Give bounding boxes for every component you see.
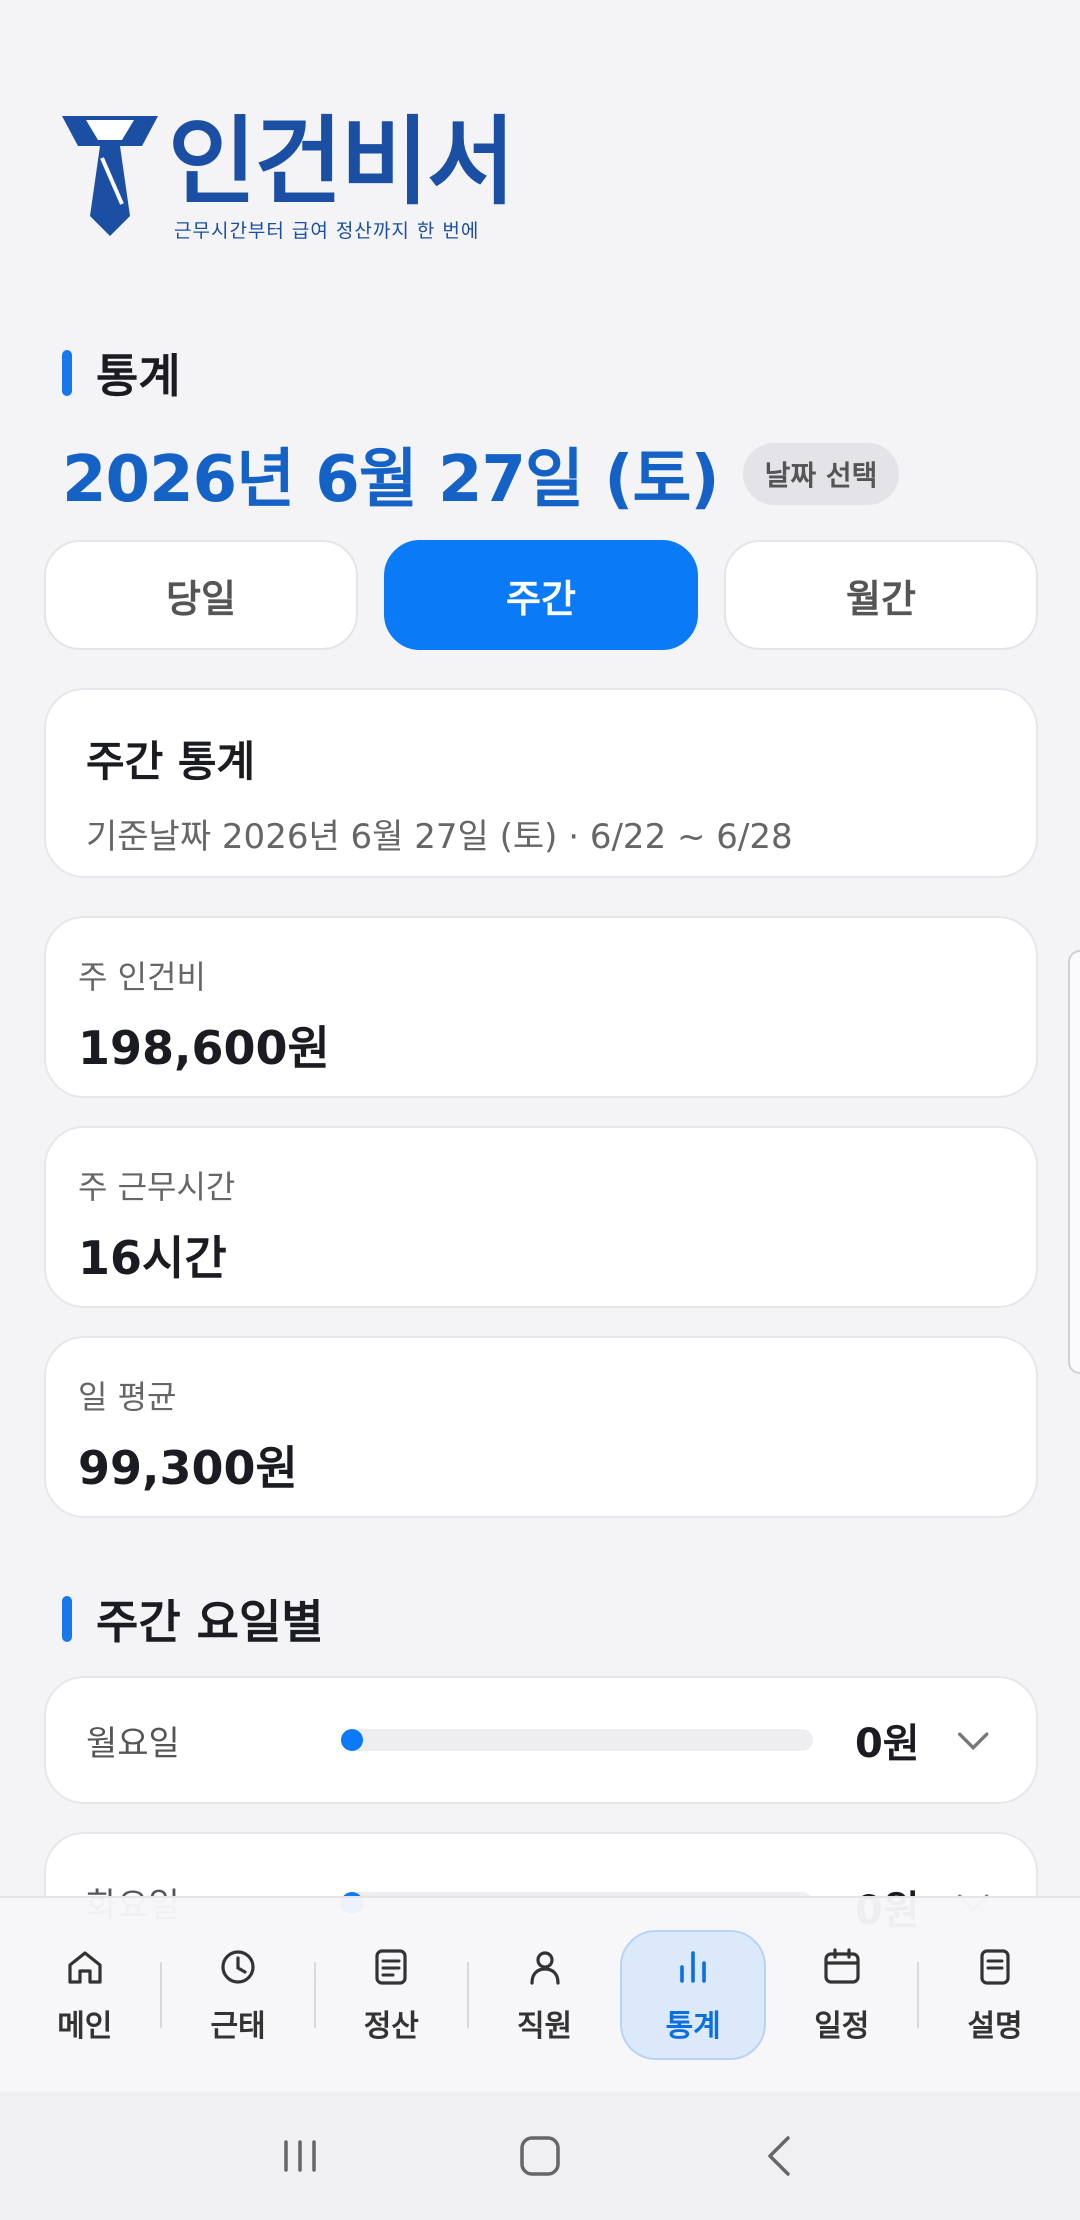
summary-card: 주간 통계 기준날짜 2026년 6월 27일 (토) · 6/22 ~ 6/2… bbox=[44, 688, 1038, 878]
tab-weekly[interactable]: 주간 bbox=[384, 540, 698, 650]
nav-item-stats[interactable]: 통계 bbox=[620, 1930, 767, 2060]
nav-item-main[interactable]: 메인 bbox=[15, 1930, 155, 2060]
period-tabs: 당일 주간 월간 bbox=[44, 540, 1038, 650]
chevron-down-icon[interactable] bbox=[950, 1716, 996, 1764]
home-button-icon[interactable] bbox=[508, 2124, 572, 2188]
system-navigation-bar bbox=[0, 2092, 1080, 2220]
amount-bar-track bbox=[341, 1729, 813, 1751]
app-tagline: 근무시간부터 급여 정산까지 한 번에 bbox=[174, 220, 480, 242]
stats-screen: 인건비서 근무시간부터 급여 정산까지 한 번에 통계 2026년 6월 27일… bbox=[0, 0, 1080, 2220]
amount-bar-fill bbox=[341, 1729, 364, 1751]
summary-title: 주간 통계 bbox=[86, 737, 256, 786]
nav-item-settlement[interactable]: 정산 bbox=[321, 1930, 461, 2060]
stats-section-heading: 통계 bbox=[62, 340, 181, 406]
date-row: 2026년 6월 27일 (토) 날짜 선택 bbox=[62, 428, 900, 520]
stat-card-daily-average: 일 평균 99,300원 bbox=[44, 1336, 1038, 1518]
home-icon bbox=[68, 1951, 102, 1984]
tab-daily[interactable]: 당일 bbox=[44, 540, 358, 650]
note-icon bbox=[980, 1949, 1010, 1985]
nav-item-staff[interactable]: 직원 bbox=[475, 1930, 615, 2060]
bar-chart-icon bbox=[680, 1951, 706, 1983]
selected-date: 2026년 6월 27일 (토) bbox=[62, 443, 720, 517]
nav-item-attendance[interactable]: 근태 bbox=[168, 1930, 308, 2060]
tie-logo-icon bbox=[62, 116, 158, 236]
clock-icon bbox=[221, 1950, 255, 1984]
edge-panel-handle[interactable] bbox=[1068, 950, 1080, 1374]
app-logo: 인건비서 근무시간부터 급여 정산까지 한 번에 bbox=[58, 106, 515, 243]
back-icon[interactable] bbox=[748, 2124, 812, 2188]
date-select-button[interactable]: 날짜 선택 bbox=[742, 443, 900, 505]
recent-apps-icon[interactable] bbox=[268, 2124, 332, 2188]
section-accent-bar bbox=[62, 1596, 72, 1642]
summary-subtitle: 기준날짜 2026년 6월 27일 (토) · 6/22 ~ 6/28 bbox=[86, 817, 793, 857]
stat-card-weekly-labor-cost: 주 인건비 198,600원 bbox=[44, 916, 1038, 1098]
person-icon bbox=[529, 1951, 560, 1985]
section-accent-bar bbox=[62, 350, 72, 396]
stat-card-weekly-hours: 주 근무시간 16시간 bbox=[44, 1126, 1038, 1308]
nav-item-guide[interactable]: 설명 bbox=[925, 1930, 1065, 2060]
bottom-navigation: 메인 근태 정산 직원 통계 일정 설명 bbox=[0, 1896, 1080, 2092]
weekday-section-heading: 주간 요일별 bbox=[62, 1586, 324, 1652]
document-icon bbox=[375, 1949, 407, 1985]
weekday-row-monday[interactable]: 월요일 0원 bbox=[44, 1676, 1038, 1804]
nav-item-schedule[interactable]: 일정 bbox=[772, 1930, 912, 2060]
calendar-icon bbox=[824, 1948, 860, 1984]
app-title: 인건비서 bbox=[168, 106, 515, 218]
tab-monthly[interactable]: 월간 bbox=[724, 540, 1038, 650]
